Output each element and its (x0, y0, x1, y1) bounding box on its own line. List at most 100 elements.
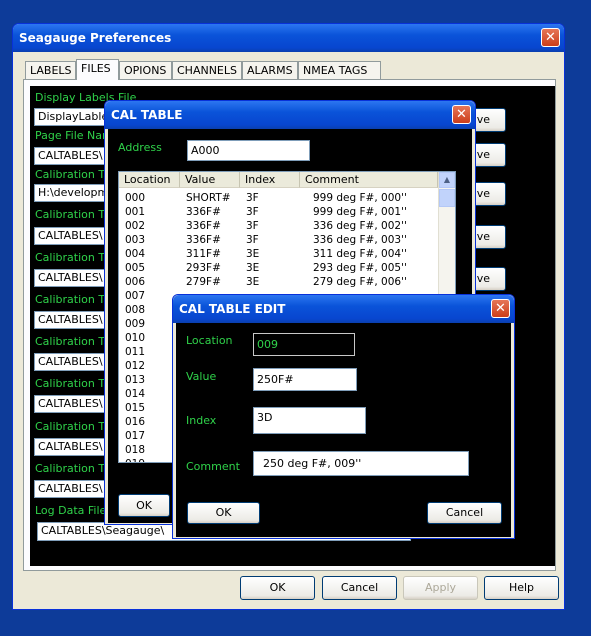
tab-strip: LABELS FILES OPIONS CHANNELS ALARMS NMEA… (25, 59, 545, 80)
cell-location: 014 (125, 388, 146, 400)
cell-location: 007 (125, 290, 146, 302)
tab-channels[interactable]: CHANNELS (172, 61, 242, 79)
tab-files[interactable]: FILES (76, 59, 119, 80)
cell-index: 3F (246, 192, 259, 204)
calibration-field[interactable]: CALTABLES\ (34, 395, 114, 413)
value-label: Value (186, 370, 217, 383)
preferences-titlebar[interactable]: Seagauge Preferences ✕ (13, 24, 564, 52)
table-row[interactable]: 001 336F# 3F 999 deg F#, 001'' (119, 205, 437, 219)
cell-comment: 311 deg F#, 004'' (313, 248, 407, 260)
cancel-button[interactable]: Cancel (322, 576, 397, 600)
edit-titlebar[interactable]: CAL TABLE EDIT ✕ (173, 295, 514, 323)
window-title: Seagauge Preferences (19, 31, 172, 45)
cell-location: 008 (125, 304, 146, 316)
index-input[interactable]: 3D (253, 407, 366, 434)
scroll-up-arrow-icon[interactable]: ▲ (439, 172, 455, 188)
table-row[interactable]: 004 311F# 3E 311 deg F#, 004'' (119, 247, 437, 261)
cell-value: 336F# (186, 220, 221, 232)
cell-index: 3F (246, 234, 259, 246)
index-label: Index (186, 414, 217, 427)
close-icon[interactable]: ✕ (541, 28, 560, 47)
cal-table-ok-button[interactable]: OK (118, 494, 170, 517)
calibration-field[interactable]: CALTABLES\ (34, 269, 114, 287)
cell-value: 336F# (186, 206, 221, 218)
cell-index: 3F (246, 206, 259, 218)
cell-location: 005 (125, 262, 146, 274)
cell-location: 013 (125, 374, 146, 386)
calibration-field[interactable]: CALTABLES\ (34, 227, 114, 245)
location-field: 009 (253, 333, 355, 356)
cell-location: 016 (125, 416, 146, 428)
apply-button[interactable]: Apply (403, 576, 478, 600)
cell-location: 015 (125, 402, 146, 414)
calibration-field[interactable]: CALTABLES\ (34, 353, 114, 371)
cell-comment: 293 deg F#, 005'' (313, 262, 407, 274)
page-file-field[interactable]: CALTABLES\ (34, 147, 114, 165)
column-header-location[interactable]: Location (119, 172, 180, 188)
cal-table-title: CAL TABLE (111, 108, 183, 122)
cell-location: 001 (125, 206, 146, 218)
cell-location: 000 (125, 192, 146, 204)
table-row[interactable]: 003 336F# 3F 336 deg F#, 003'' (119, 233, 437, 247)
address-input[interactable]: A000 (187, 140, 310, 161)
table-row[interactable]: 002 336F# 3F 336 deg F#, 002'' (119, 219, 437, 233)
column-header-comment[interactable]: Comment (300, 172, 438, 188)
edit-title: CAL TABLE EDIT (179, 302, 286, 316)
cell-location: 018 (125, 444, 146, 456)
cell-comment: 279 deg F#, 006'' (313, 276, 407, 288)
cell-value: SHORT# (186, 192, 231, 204)
cell-comment: 999 deg F#, 000'' (313, 192, 407, 204)
edit-cancel-button[interactable]: Cancel (427, 502, 502, 524)
cell-location: 019 (125, 457, 145, 462)
cell-index: 3E (246, 248, 260, 260)
cell-location: 017 (125, 430, 146, 442)
cal-table-titlebar[interactable]: CAL TABLE ✕ (105, 101, 475, 129)
scroll-thumb[interactable] (439, 189, 455, 207)
cell-location: 006 (125, 276, 146, 288)
table-row[interactable]: 006 279F# 3E 279 deg F#, 006'' (119, 275, 437, 289)
cell-location: 011 (125, 346, 146, 358)
cell-location: 010 (125, 332, 146, 344)
location-label: Location (186, 334, 233, 347)
column-header-value[interactable]: Value (180, 172, 240, 188)
address-label: Address (118, 141, 162, 154)
cell-index: 3F (246, 220, 259, 232)
ok-button[interactable]: OK (240, 576, 315, 600)
display-labels-field[interactable]: DisplayLables (34, 108, 114, 126)
edit-ok-button[interactable]: OK (187, 502, 260, 524)
cal-table-edit-window: CAL TABLE EDIT ✕ Location 009 Value 250F… (172, 294, 515, 539)
cell-location: 012 (125, 360, 146, 372)
cell-location: 003 (125, 234, 146, 246)
cell-location: 002 (125, 220, 146, 232)
cell-comment: 999 deg F#, 001'' (313, 206, 407, 218)
cell-location: 004 (125, 248, 146, 260)
cell-index: 3E (246, 276, 260, 288)
cell-value: 336F# (186, 234, 221, 246)
cell-index: 3E (246, 262, 260, 274)
close-icon[interactable]: ✕ (452, 105, 471, 124)
table-row[interactable]: 000 SHORT# 3F 999 deg F#, 000'' (119, 191, 437, 205)
help-button[interactable]: Help (484, 576, 559, 600)
comment-input[interactable]: 250 deg F#, 009'' (253, 451, 469, 476)
tab-opions[interactable]: OPIONS (119, 61, 172, 79)
tab-nmea-tags[interactable]: NMEA TAGS (298, 61, 381, 79)
column-header-index[interactable]: Index (240, 172, 300, 188)
cell-comment: 336 deg F#, 003'' (313, 234, 407, 246)
cell-value: 293F# (186, 262, 221, 274)
log-data-label: Log Data File (35, 504, 107, 517)
calibration-field[interactable]: CALTABLES\ (34, 480, 114, 498)
cell-location: 009 (125, 318, 146, 330)
field-label: Page File Nam (35, 129, 113, 142)
cell-value: 311F# (186, 248, 221, 260)
value-input[interactable]: 250F# (253, 368, 357, 391)
table-row[interactable]: 005 293F# 3E 293 deg F#, 005'' (119, 261, 437, 275)
tab-labels[interactable]: LABELS (25, 61, 76, 79)
calibration-field[interactable]: CALTABLES\ (34, 438, 114, 456)
calibration-field[interactable]: H:\developme (34, 184, 114, 202)
calibration-field[interactable]: CALTABLES\ (34, 311, 114, 329)
tab-alarms[interactable]: ALARMS (242, 61, 298, 79)
comment-label: Comment (186, 460, 240, 473)
close-icon[interactable]: ✕ (491, 299, 510, 318)
cell-comment: 336 deg F#, 002'' (313, 220, 407, 232)
cell-value: 279F# (186, 276, 221, 288)
